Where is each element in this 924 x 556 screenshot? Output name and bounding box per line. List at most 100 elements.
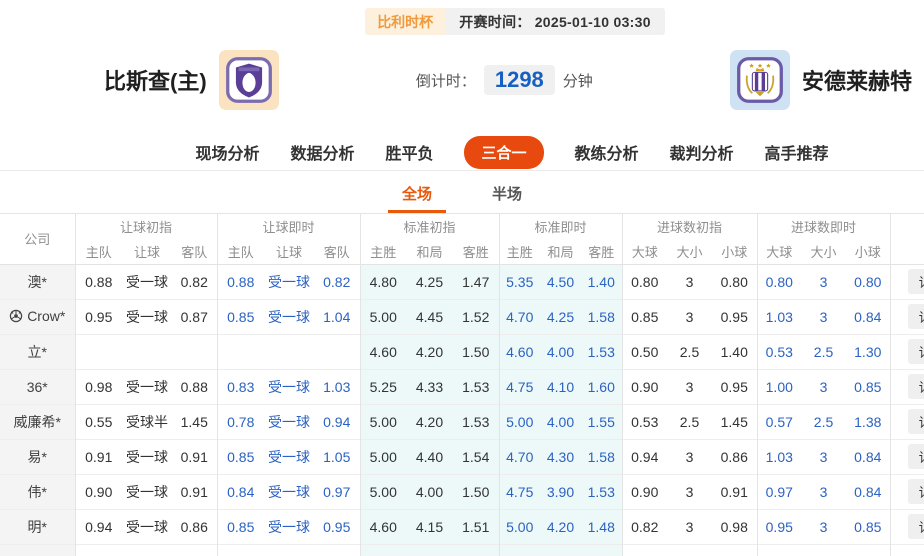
odds-cell[interactable]: 3 <box>801 474 846 509</box>
odds-cell[interactable]: 0.85 <box>217 439 264 474</box>
detail-button[interactable]: 详 <box>908 304 924 329</box>
odds-cell[interactable] <box>581 544 622 556</box>
odds-cell[interactable]: 0.85 <box>217 509 264 544</box>
odds-cell[interactable]: 0.84 <box>846 299 890 334</box>
odds-cell[interactable]: 3 <box>801 264 846 299</box>
odds-cell[interactable]: 0.95 <box>314 509 360 544</box>
odds-cell[interactable]: 0.94 <box>314 404 360 439</box>
odds-cell[interactable]: 4.00 <box>540 404 581 439</box>
detail-button[interactable]: 详 <box>908 269 924 294</box>
odds-cell[interactable]: 受一球 <box>264 439 314 474</box>
odds-cell[interactable] <box>314 334 360 369</box>
odds-cell[interactable]: 1.60 <box>581 369 622 404</box>
odds-cell[interactable]: 4.00 <box>540 334 581 369</box>
odds-cell[interactable]: 0.80 <box>757 264 801 299</box>
odds-cell[interactable]: 0.95 <box>757 509 801 544</box>
odds-cell[interactable]: 4.75 <box>499 369 540 404</box>
odds-cell[interactable]: 1.55 <box>581 404 622 439</box>
nav-tab-expert-picks[interactable]: 高手推荐 <box>765 140 829 164</box>
odds-cell[interactable]: 受一球 <box>264 474 314 509</box>
odds-cell[interactable] <box>264 334 314 369</box>
odds-cell[interactable]: 4.10 <box>540 369 581 404</box>
odds-cell[interactable]: 3 <box>801 299 846 334</box>
odds-cell[interactable]: 受一球 <box>264 299 314 334</box>
match-info-bar: 比利时杯 开赛时间：2025-01-10 03:30 <box>0 8 924 35</box>
odds-cell[interactable]: 4.30 <box>540 439 581 474</box>
odds-cell[interactable] <box>540 544 581 556</box>
odds-cell[interactable]: 5.00 <box>499 404 540 439</box>
detail-button[interactable]: 详 <box>908 374 924 399</box>
odds-cell[interactable]: 0.97 <box>314 474 360 509</box>
odds-cell[interactable]: 0.84 <box>846 474 890 509</box>
odds-cell[interactable]: 1.40 <box>581 264 622 299</box>
nav-tab-win-draw-lose[interactable]: 胜平负 <box>385 140 433 164</box>
odds-cell[interactable]: 4.60 <box>499 334 540 369</box>
odds-cell[interactable]: 0.84 <box>846 439 890 474</box>
odds-cell[interactable]: 4.70 <box>499 299 540 334</box>
odds-cell[interactable]: 4.75 <box>499 474 540 509</box>
detail-button[interactable]: 详 <box>908 479 924 504</box>
subtab-half-match[interactable]: 半场 <box>478 171 536 213</box>
odds-cell[interactable]: 0.78 <box>217 404 264 439</box>
odds-cell[interactable] <box>217 334 264 369</box>
odds-cell[interactable]: 4.50 <box>540 264 581 299</box>
league-badge[interactable]: 比利时杯 <box>365 8 445 35</box>
detail-button[interactable]: 详 <box>908 409 924 434</box>
odds-cell[interactable]: 2.5 <box>801 404 846 439</box>
odds-cell[interactable]: 5.00 <box>499 509 540 544</box>
odds-cell[interactable]: 1.03 <box>757 299 801 334</box>
odds-cell[interactable]: 1.00 <box>757 369 801 404</box>
odds-cell[interactable]: 0.57 <box>757 404 801 439</box>
odds-cell[interactable]: 0.88 <box>217 264 264 299</box>
odds-cell[interactable]: 5.35 <box>499 264 540 299</box>
odds-cell[interactable]: 受一球 <box>264 509 314 544</box>
nav-tab-three-in-one[interactable]: 三合一 <box>464 136 543 169</box>
odds-cell[interactable]: 2.5 <box>801 334 846 369</box>
detail-button[interactable]: 详 <box>908 339 924 364</box>
odds-cell[interactable] <box>846 544 890 556</box>
odds-cell[interactable]: 1.58 <box>581 299 622 334</box>
odds-cell[interactable]: 0.97 <box>757 474 801 509</box>
odds-cell[interactable]: 1.53 <box>581 334 622 369</box>
odds-cell[interactable]: 0.82 <box>314 264 360 299</box>
odds-cell[interactable] <box>801 544 846 556</box>
odds-cell[interactable]: 4.70 <box>499 439 540 474</box>
odds-cell[interactable]: 3 <box>801 509 846 544</box>
odds-cell[interactable]: 0.83 <box>217 369 264 404</box>
odds-cell[interactable]: 3 <box>801 439 846 474</box>
subtab-full-match[interactable]: 全场 <box>388 171 446 213</box>
odds-cell[interactable]: 4.20 <box>540 509 581 544</box>
odds-cell[interactable] <box>499 544 540 556</box>
nav-tab-coach-analysis[interactable]: 教练分析 <box>575 140 639 164</box>
nav-tab-referee-analysis[interactable]: 裁判分析 <box>670 140 734 164</box>
odds-cell[interactable]: 1.38 <box>846 404 890 439</box>
odds-cell[interactable]: 1.48 <box>581 509 622 544</box>
odds-cell[interactable]: 0.53 <box>757 334 801 369</box>
detail-button[interactable]: 详 <box>908 444 924 469</box>
odds-cell[interactable]: 0.85 <box>217 299 264 334</box>
odds-cell[interactable]: 1.05 <box>314 439 360 474</box>
odds-cell[interactable]: 1.30 <box>846 334 890 369</box>
odds-cell[interactable] <box>757 544 801 556</box>
odds-cell[interactable]: 1.03 <box>314 369 360 404</box>
odds-cell[interactable]: 0.85 <box>846 369 890 404</box>
odds-cell[interactable]: 3 <box>801 369 846 404</box>
odds-cell[interactable]: 受一球 <box>264 264 314 299</box>
detail-button[interactable]: 详 <box>908 514 924 539</box>
nav-tab-data-analysis[interactable]: 数据分析 <box>290 140 354 164</box>
odds-cell[interactable]: 1.03 <box>757 439 801 474</box>
odds-cell[interactable]: 0.80 <box>846 264 890 299</box>
odds-cell[interactable]: 0.85 <box>846 509 890 544</box>
odds-cell[interactable] <box>264 544 314 556</box>
odds-cell[interactable]: 1.58 <box>581 439 622 474</box>
odds-cell[interactable]: 1.53 <box>581 474 622 509</box>
nav-tab-live-analysis[interactable]: 现场分析 <box>195 140 259 164</box>
odds-cell[interactable]: 受一球 <box>264 369 314 404</box>
odds-cell[interactable] <box>217 544 264 556</box>
odds-cell[interactable]: 受一球 <box>264 404 314 439</box>
odds-cell[interactable] <box>314 544 360 556</box>
odds-cell[interactable]: 4.25 <box>540 299 581 334</box>
odds-cell[interactable]: 3.90 <box>540 474 581 509</box>
odds-cell[interactable]: 0.84 <box>217 474 264 509</box>
odds-cell[interactable]: 1.04 <box>314 299 360 334</box>
